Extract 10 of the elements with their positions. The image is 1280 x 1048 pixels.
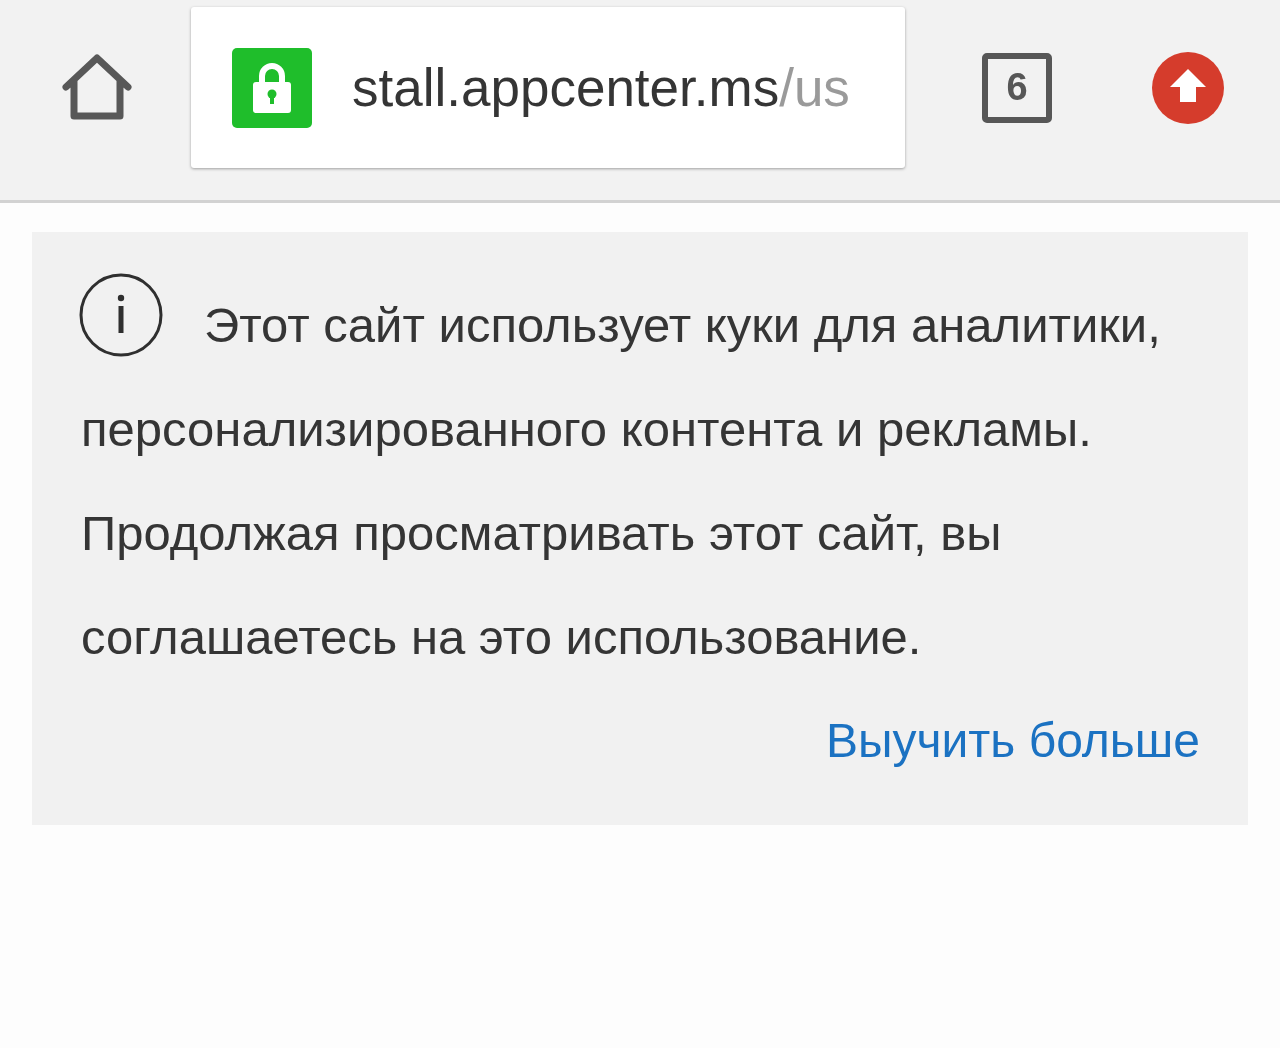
cookie-message-line: персонализированного контента и рекламы. [81,401,1093,458]
tab-count-button[interactable]: 6 [982,52,1052,123]
lock-icon[interactable] [232,47,312,128]
cookie-message-line: Этот сайт использует куки для аналитики, [204,297,1161,354]
cookie-message-line: Продолжая просматривать этот сайт, вы [81,505,1003,562]
home-icon[interactable] [62,52,132,123]
info-icon [79,273,163,357]
cookie-message-line: соглашаетесь на это использование. [81,609,923,666]
learn-more-link[interactable]: Выучить больше [826,714,1200,767]
url-field[interactable]: stall.appcenter.ms/us [191,7,905,168]
